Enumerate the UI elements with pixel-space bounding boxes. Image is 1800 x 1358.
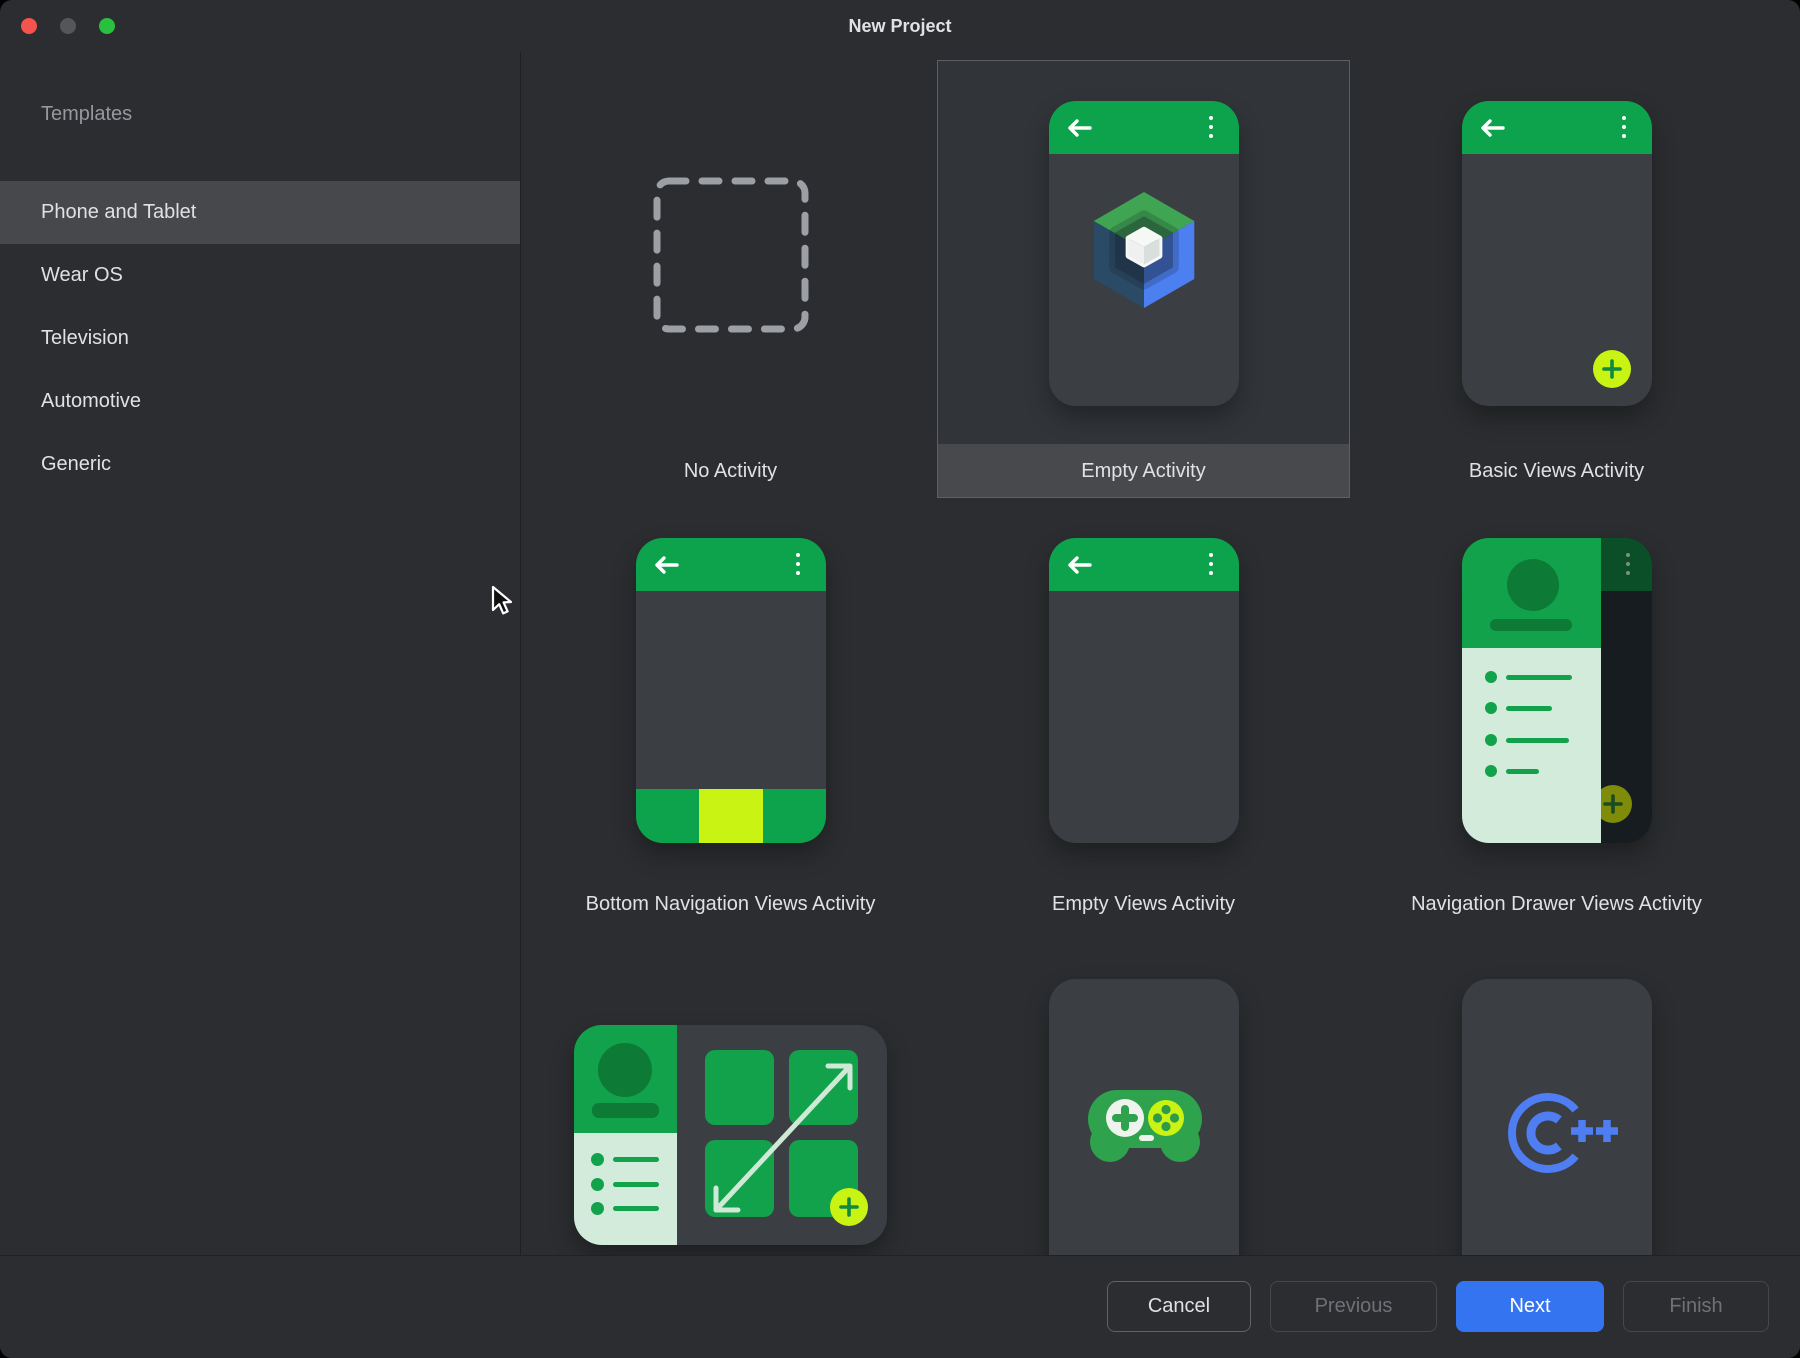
template-card-game-activity[interactable] (937, 932, 1350, 1255)
drawer-menu (1462, 648, 1601, 843)
cpp-thumbnail (1350, 932, 1763, 1255)
bottom-nav-selected-segment (699, 789, 763, 843)
templates-sidebar: Templates Phone and Tablet Wear OS Telev… (0, 52, 521, 1255)
drawer-menu-item (1485, 671, 1572, 683)
list-pane-items (574, 1133, 677, 1245)
template-label: Empty Activity (937, 444, 1350, 498)
drawer-header (1462, 538, 1601, 648)
sidebar-item-phone-and-tablet[interactable]: Phone and Tablet (0, 181, 520, 244)
list-pane-header (574, 1025, 677, 1133)
app-bar (1462, 101, 1652, 154)
template-grid: No Activity (524, 60, 1763, 1255)
sidebar-item-generic[interactable]: Generic (0, 433, 520, 496)
template-card-navigation-drawer-views-activity[interactable]: Navigation Drawer Views Activity (1350, 498, 1763, 932)
template-card-empty-activity[interactable]: Empty Activity (937, 60, 1350, 498)
list-item (591, 1202, 659, 1215)
finish-button: Finish (1623, 1281, 1769, 1332)
dashed-placeholder-icon (649, 173, 813, 337)
phone-mockup (1049, 979, 1239, 1255)
jetpack-compose-logo (1086, 187, 1202, 313)
drawer-menu-item (1485, 765, 1539, 777)
basic-views-thumbnail (1350, 60, 1763, 444)
back-arrow-icon (1479, 118, 1505, 138)
name-placeholder (592, 1103, 659, 1118)
window-title: New Project (0, 0, 1800, 52)
back-arrow-icon (1066, 555, 1092, 575)
template-label: Basic Views Activity (1350, 444, 1763, 498)
phone-mockup (1049, 101, 1239, 406)
app-bar (1049, 101, 1239, 154)
template-card-empty-views-activity[interactable]: Empty Views Activity (937, 498, 1350, 932)
avatar (598, 1043, 652, 1097)
back-arrow-icon (1066, 118, 1092, 138)
fab-plus-icon (830, 1188, 868, 1226)
template-gallery: No Activity (522, 52, 1800, 1255)
list-item (591, 1178, 659, 1191)
phone-mockup (1462, 538, 1652, 843)
template-card-native-cpp[interactable] (1350, 932, 1763, 1255)
template-label: No Activity (524, 444, 937, 498)
avatar (1507, 559, 1559, 611)
phone-mockup (636, 538, 826, 843)
phone-mockup (1049, 538, 1239, 843)
kebab-menu-icon (796, 553, 800, 575)
drawer-name-placeholder (1490, 619, 1572, 631)
cancel-button[interactable]: Cancel (1107, 1281, 1251, 1332)
sidebar-item-automotive[interactable]: Automotive (0, 370, 520, 433)
drawer-menu-item (1485, 734, 1569, 746)
fab-plus-icon (1593, 350, 1631, 388)
bottom-navigation-thumbnail (524, 498, 937, 848)
template-label: Navigation Drawer Views Activity (1350, 848, 1763, 932)
game-activity-thumbnail (937, 932, 1350, 1255)
template-label: Empty Views Activity (937, 848, 1350, 932)
app-bar (636, 538, 826, 591)
phone-mockup (1462, 979, 1652, 1255)
bottom-nav-bar (636, 789, 826, 843)
template-card-no-activity[interactable]: No Activity (524, 60, 937, 498)
list-item (591, 1153, 659, 1166)
template-label: Bottom Navigation Views Activity (524, 848, 937, 932)
nav-drawer-panel (1462, 538, 1601, 843)
responsive-thumbnail (524, 932, 937, 1255)
kebab-menu-icon (1622, 116, 1626, 138)
sidebar-header: Templates (41, 103, 520, 126)
back-arrow-icon (653, 555, 679, 575)
new-project-dialog: New Project Templates Phone and Tablet W… (0, 0, 1800, 1358)
kebab-menu-icon (1209, 116, 1213, 138)
sidebar-list: Phone and Tablet Wear OS Television Auto… (0, 181, 520, 496)
sidebar-item-wear-os[interactable]: Wear OS (0, 244, 520, 307)
next-button[interactable]: Next (1456, 1281, 1604, 1332)
navigation-drawer-thumbnail (1350, 498, 1763, 848)
mouse-cursor (490, 585, 518, 617)
tablet-mockup (574, 1025, 887, 1245)
dialog-footer: Cancel Previous Next Finish (0, 1255, 1800, 1358)
kebab-menu-icon (1209, 553, 1213, 575)
template-card-bottom-navigation-views-activity[interactable]: Bottom Navigation Views Activity (524, 498, 937, 932)
title-bar: New Project (0, 0, 1800, 52)
previous-button: Previous (1270, 1281, 1437, 1332)
drawer-menu-item (1485, 702, 1552, 714)
empty-views-thumbnail (937, 498, 1350, 848)
empty-activity-thumbnail (937, 60, 1350, 444)
gamepad-icon (1080, 1084, 1210, 1176)
kebab-menu-icon (1626, 553, 1630, 575)
template-card-basic-views-activity[interactable]: Basic Views Activity (1350, 60, 1763, 498)
app-bar (1049, 538, 1239, 591)
phone-mockup (1462, 101, 1652, 406)
template-card-responsive-views[interactable] (524, 932, 937, 1255)
list-pane (574, 1025, 677, 1245)
no-activity-thumbnail (524, 60, 937, 444)
sidebar-item-television[interactable]: Television (0, 307, 520, 370)
cpp-logo (1496, 1073, 1636, 1193)
